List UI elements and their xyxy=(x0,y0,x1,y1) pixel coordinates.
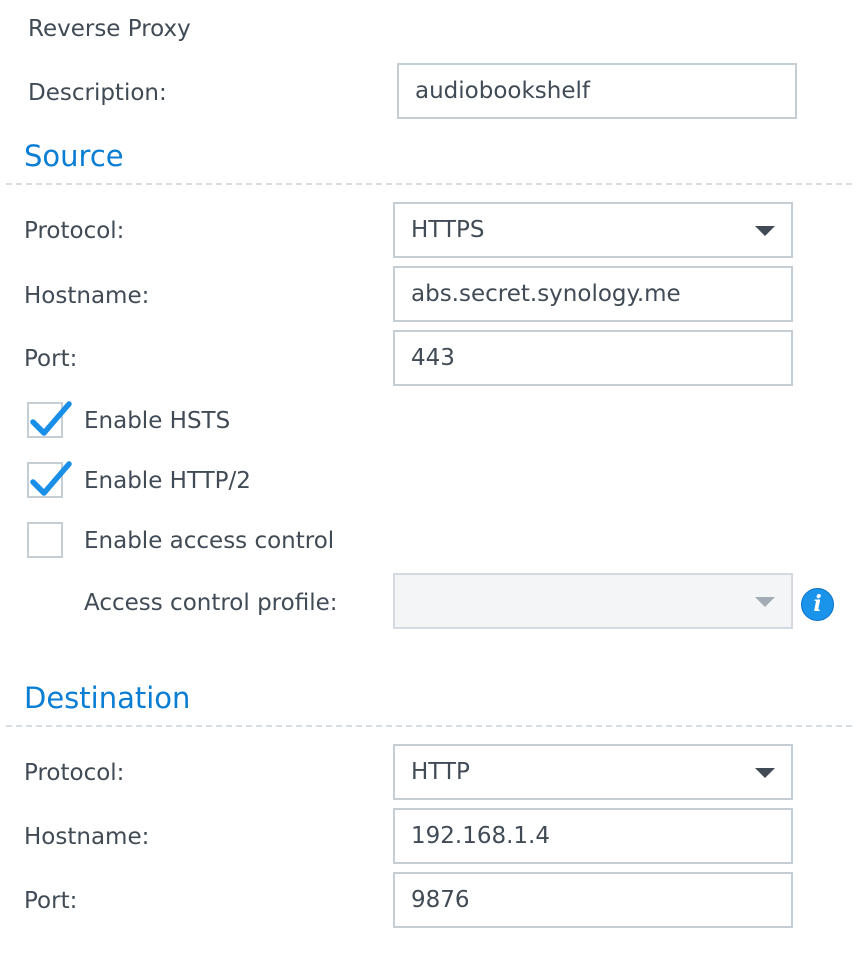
source-protocol-label: Protocol: xyxy=(24,218,125,244)
enable-hsts-label: Enable HSTS xyxy=(84,408,231,434)
destination-port-input[interactable] xyxy=(393,872,793,928)
enable-http2-checkbox[interactable] xyxy=(27,461,72,498)
destination-hostname-input[interactable] xyxy=(393,808,793,864)
source-hostname-input[interactable] xyxy=(393,266,793,322)
destination-divider xyxy=(6,725,852,727)
source-divider xyxy=(6,183,852,185)
source-hostname-label: Hostname: xyxy=(24,283,150,309)
chevron-down-icon xyxy=(755,597,775,607)
source-port-input[interactable] xyxy=(393,330,793,386)
description-label: Description: xyxy=(28,80,167,106)
chevron-down-icon xyxy=(755,768,775,778)
access-control-profile-label: Access control profile: xyxy=(84,590,338,616)
destination-protocol-value: HTTP xyxy=(411,759,470,785)
source-port-label: Port: xyxy=(24,346,78,372)
description-input[interactable] xyxy=(397,63,797,119)
checkmark-icon xyxy=(30,461,72,496)
source-section-title: Source xyxy=(24,139,124,173)
enable-hsts-checkbox[interactable] xyxy=(27,401,72,438)
enable-http2-label: Enable HTTP/2 xyxy=(84,468,251,494)
source-protocol-value: HTTPS xyxy=(411,217,485,243)
page-title: Reverse Proxy xyxy=(28,16,191,42)
destination-hostname-label: Hostname: xyxy=(24,824,150,850)
checkmark-icon xyxy=(30,401,72,436)
destination-protocol-select[interactable]: HTTP xyxy=(393,744,793,800)
chevron-down-icon xyxy=(755,226,775,236)
source-protocol-select[interactable]: HTTPS xyxy=(393,202,793,258)
destination-port-label: Port: xyxy=(24,888,78,914)
access-control-profile-select[interactable] xyxy=(393,573,793,629)
destination-protocol-label: Protocol: xyxy=(24,760,125,786)
info-icon[interactable]: i xyxy=(801,588,834,621)
enable-access-control-checkbox[interactable] xyxy=(27,522,63,558)
destination-section-title: Destination xyxy=(24,681,191,715)
enable-access-control-label: Enable access control xyxy=(84,528,335,554)
